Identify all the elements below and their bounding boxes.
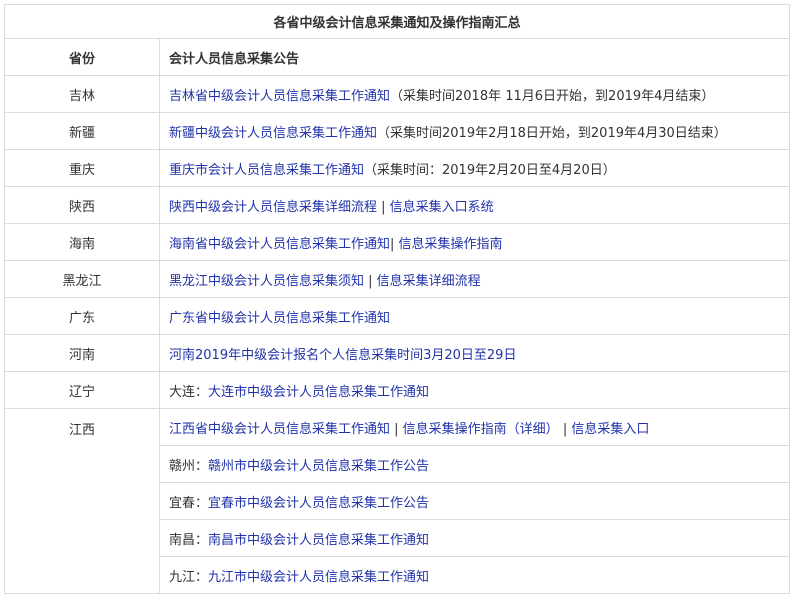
notice-text: 南昌：	[169, 532, 209, 548]
notice-text: |	[364, 273, 377, 289]
notice-cell: 新疆中级会计人员信息采集工作通知（采集时间2019年2月18日开始，到2019年…	[159, 112, 790, 150]
table-row: 新疆 新疆中级会计人员信息采集工作通知（采集时间2019年2月18日开始，到201…	[4, 112, 790, 150]
notice-link[interactable]: 赣州市中级会计人员信息采集工作公告	[208, 459, 429, 474]
notice-link[interactable]: 南昌市中级会计人员信息采集工作通知	[208, 533, 429, 548]
notice-link[interactable]: 河南2019年中级会计报名个人信息采集时间3月20日至29日	[169, 348, 516, 363]
table-row: 陕西 陕西中级会计人员信息采集详细流程 | 信息采集入口系统	[4, 186, 790, 224]
notice-table: 各省中级会计信息采集通知及操作指南汇总 省份 会计人员信息采集公告 吉林 吉林省中…	[4, 4, 790, 594]
province-cell: 海南	[4, 223, 160, 261]
province-cell: 重庆	[4, 149, 160, 187]
table-row: 海南 海南省中级会计人员信息采集工作通知| 信息采集操作指南	[4, 223, 790, 261]
notice-text: |	[377, 199, 390, 215]
notice-cell: 宜春：宜春市中级会计人员信息采集工作公告	[159, 482, 790, 520]
notice-text: 九江：	[169, 569, 209, 585]
notice-cell: 江西省中级会计人员信息采集工作通知 | 信息采集操作指南（详细） | 信息采集入…	[159, 408, 790, 446]
notice-cell: 九江：九江市中级会计人员信息采集工作通知	[159, 556, 790, 594]
notice-link[interactable]: 黑龙江中级会计人员信息采集须知	[169, 274, 364, 289]
notice-cell: 广东省中级会计人员信息采集工作通知	[159, 297, 790, 335]
notice-link[interactable]: 九江市中级会计人员信息采集工作通知	[208, 570, 429, 585]
notice-link[interactable]: 重庆市会计人员信息采集工作通知	[169, 163, 364, 178]
province-cell: 河南	[4, 334, 160, 372]
table-row: 重庆 重庆市会计人员信息采集工作通知（采集时间：2019年2月20日至4月20日）	[4, 149, 790, 187]
province-cell: 辽宁	[4, 371, 160, 409]
notice-text: （采集时间2018年 11月6日开始，到2019年4月结束）	[390, 88, 715, 104]
notice-text: 大连：	[169, 384, 209, 400]
notice-text: |	[390, 236, 399, 252]
table-row: 黑龙江 黑龙江中级会计人员信息采集须知 | 信息采集详细流程	[4, 260, 790, 298]
notice-cell: 海南省中级会计人员信息采集工作通知| 信息采集操作指南	[159, 223, 790, 261]
notice-text: 赣州：	[169, 458, 209, 474]
notice-text: 宜春：	[169, 495, 209, 511]
notice-link[interactable]: 江西省中级会计人员信息采集工作通知	[169, 422, 390, 437]
notice-cell: 黑龙江中级会计人员信息采集须知 | 信息采集详细流程	[159, 260, 790, 298]
table-row: 河南 河南2019年中级会计报名个人信息采集时间3月20日至29日	[4, 334, 790, 372]
notice-link[interactable]: 信息采集入口系统	[390, 200, 494, 215]
table-row: 辽宁 大连：大连市中级会计人员信息采集工作通知	[4, 371, 790, 409]
table-row: 吉林 吉林省中级会计人员信息采集工作通知（采集时间2018年 11月6日开始，到2…	[4, 75, 790, 113]
notice-link[interactable]: 吉林省中级会计人员信息采集工作通知	[169, 89, 390, 104]
notice-link[interactable]: 广东省中级会计人员信息采集工作通知	[169, 311, 390, 326]
notice-link[interactable]: 信息采集详细流程	[377, 274, 481, 289]
notice-link[interactable]: 宜春市中级会计人员信息采集工作公告	[208, 496, 429, 511]
notice-text: （采集时间2019年2月18日开始，到2019年4月30日结束）	[377, 125, 727, 141]
province-cell: 新疆	[4, 112, 160, 150]
notice-cell: 南昌：南昌市中级会计人员信息采集工作通知	[159, 519, 790, 557]
province-cell: 吉林	[4, 75, 160, 113]
column-header-notice: 会计人员信息采集公告	[159, 38, 790, 76]
province-cell: 江西	[4, 408, 160, 594]
table-row: 江西 江西省中级会计人员信息采集工作通知 | 信息采集操作指南（详细） | 信息采…	[4, 408, 790, 594]
table-body: 吉林 吉林省中级会计人员信息采集工作通知（采集时间2018年 11月6日开始，到2…	[4, 75, 790, 594]
column-header-province: 省份	[4, 38, 160, 76]
notice-cell: 吉林省中级会计人员信息采集工作通知（采集时间2018年 11月6日开始，到201…	[159, 75, 790, 113]
notice-link[interactable]: 信息采集入口	[571, 422, 649, 437]
table-row: 广东 广东省中级会计人员信息采集工作通知	[4, 297, 790, 335]
province-cell: 黑龙江	[4, 260, 160, 298]
notice-text: |	[390, 421, 403, 437]
notice-link[interactable]: 信息采集操作指南	[399, 237, 503, 252]
notice-text: |	[558, 421, 572, 437]
notice-cell: 陕西中级会计人员信息采集详细流程 | 信息采集入口系统	[159, 186, 790, 224]
notice-link[interactable]: 大连市中级会计人员信息采集工作通知	[208, 385, 429, 400]
notice-cell: 重庆市会计人员信息采集工作通知（采集时间：2019年2月20日至4月20日）	[159, 149, 790, 187]
notice-text: （采集时间：2019年2月20日至4月20日）	[364, 162, 616, 178]
table-header-row: 省份 会计人员信息采集公告	[4, 38, 790, 76]
notice-cell: 赣州：赣州市中级会计人员信息采集工作公告	[159, 445, 790, 483]
notice-link[interactable]: 陕西中级会计人员信息采集详细流程	[169, 200, 377, 215]
province-cell: 陕西	[4, 186, 160, 224]
notice-cell: 河南2019年中级会计报名个人信息采集时间3月20日至29日	[159, 334, 790, 372]
notice-link[interactable]: 海南省中级会计人员信息采集工作通知	[169, 237, 390, 252]
table-title: 各省中级会计信息采集通知及操作指南汇总	[4, 4, 790, 39]
notice-cell: 大连：大连市中级会计人员信息采集工作通知	[159, 371, 790, 409]
notice-link[interactable]: 信息采集操作指南（详细）	[403, 422, 559, 437]
notice-link[interactable]: 新疆中级会计人员信息采集工作通知	[169, 126, 377, 141]
province-cell: 广东	[4, 297, 160, 335]
